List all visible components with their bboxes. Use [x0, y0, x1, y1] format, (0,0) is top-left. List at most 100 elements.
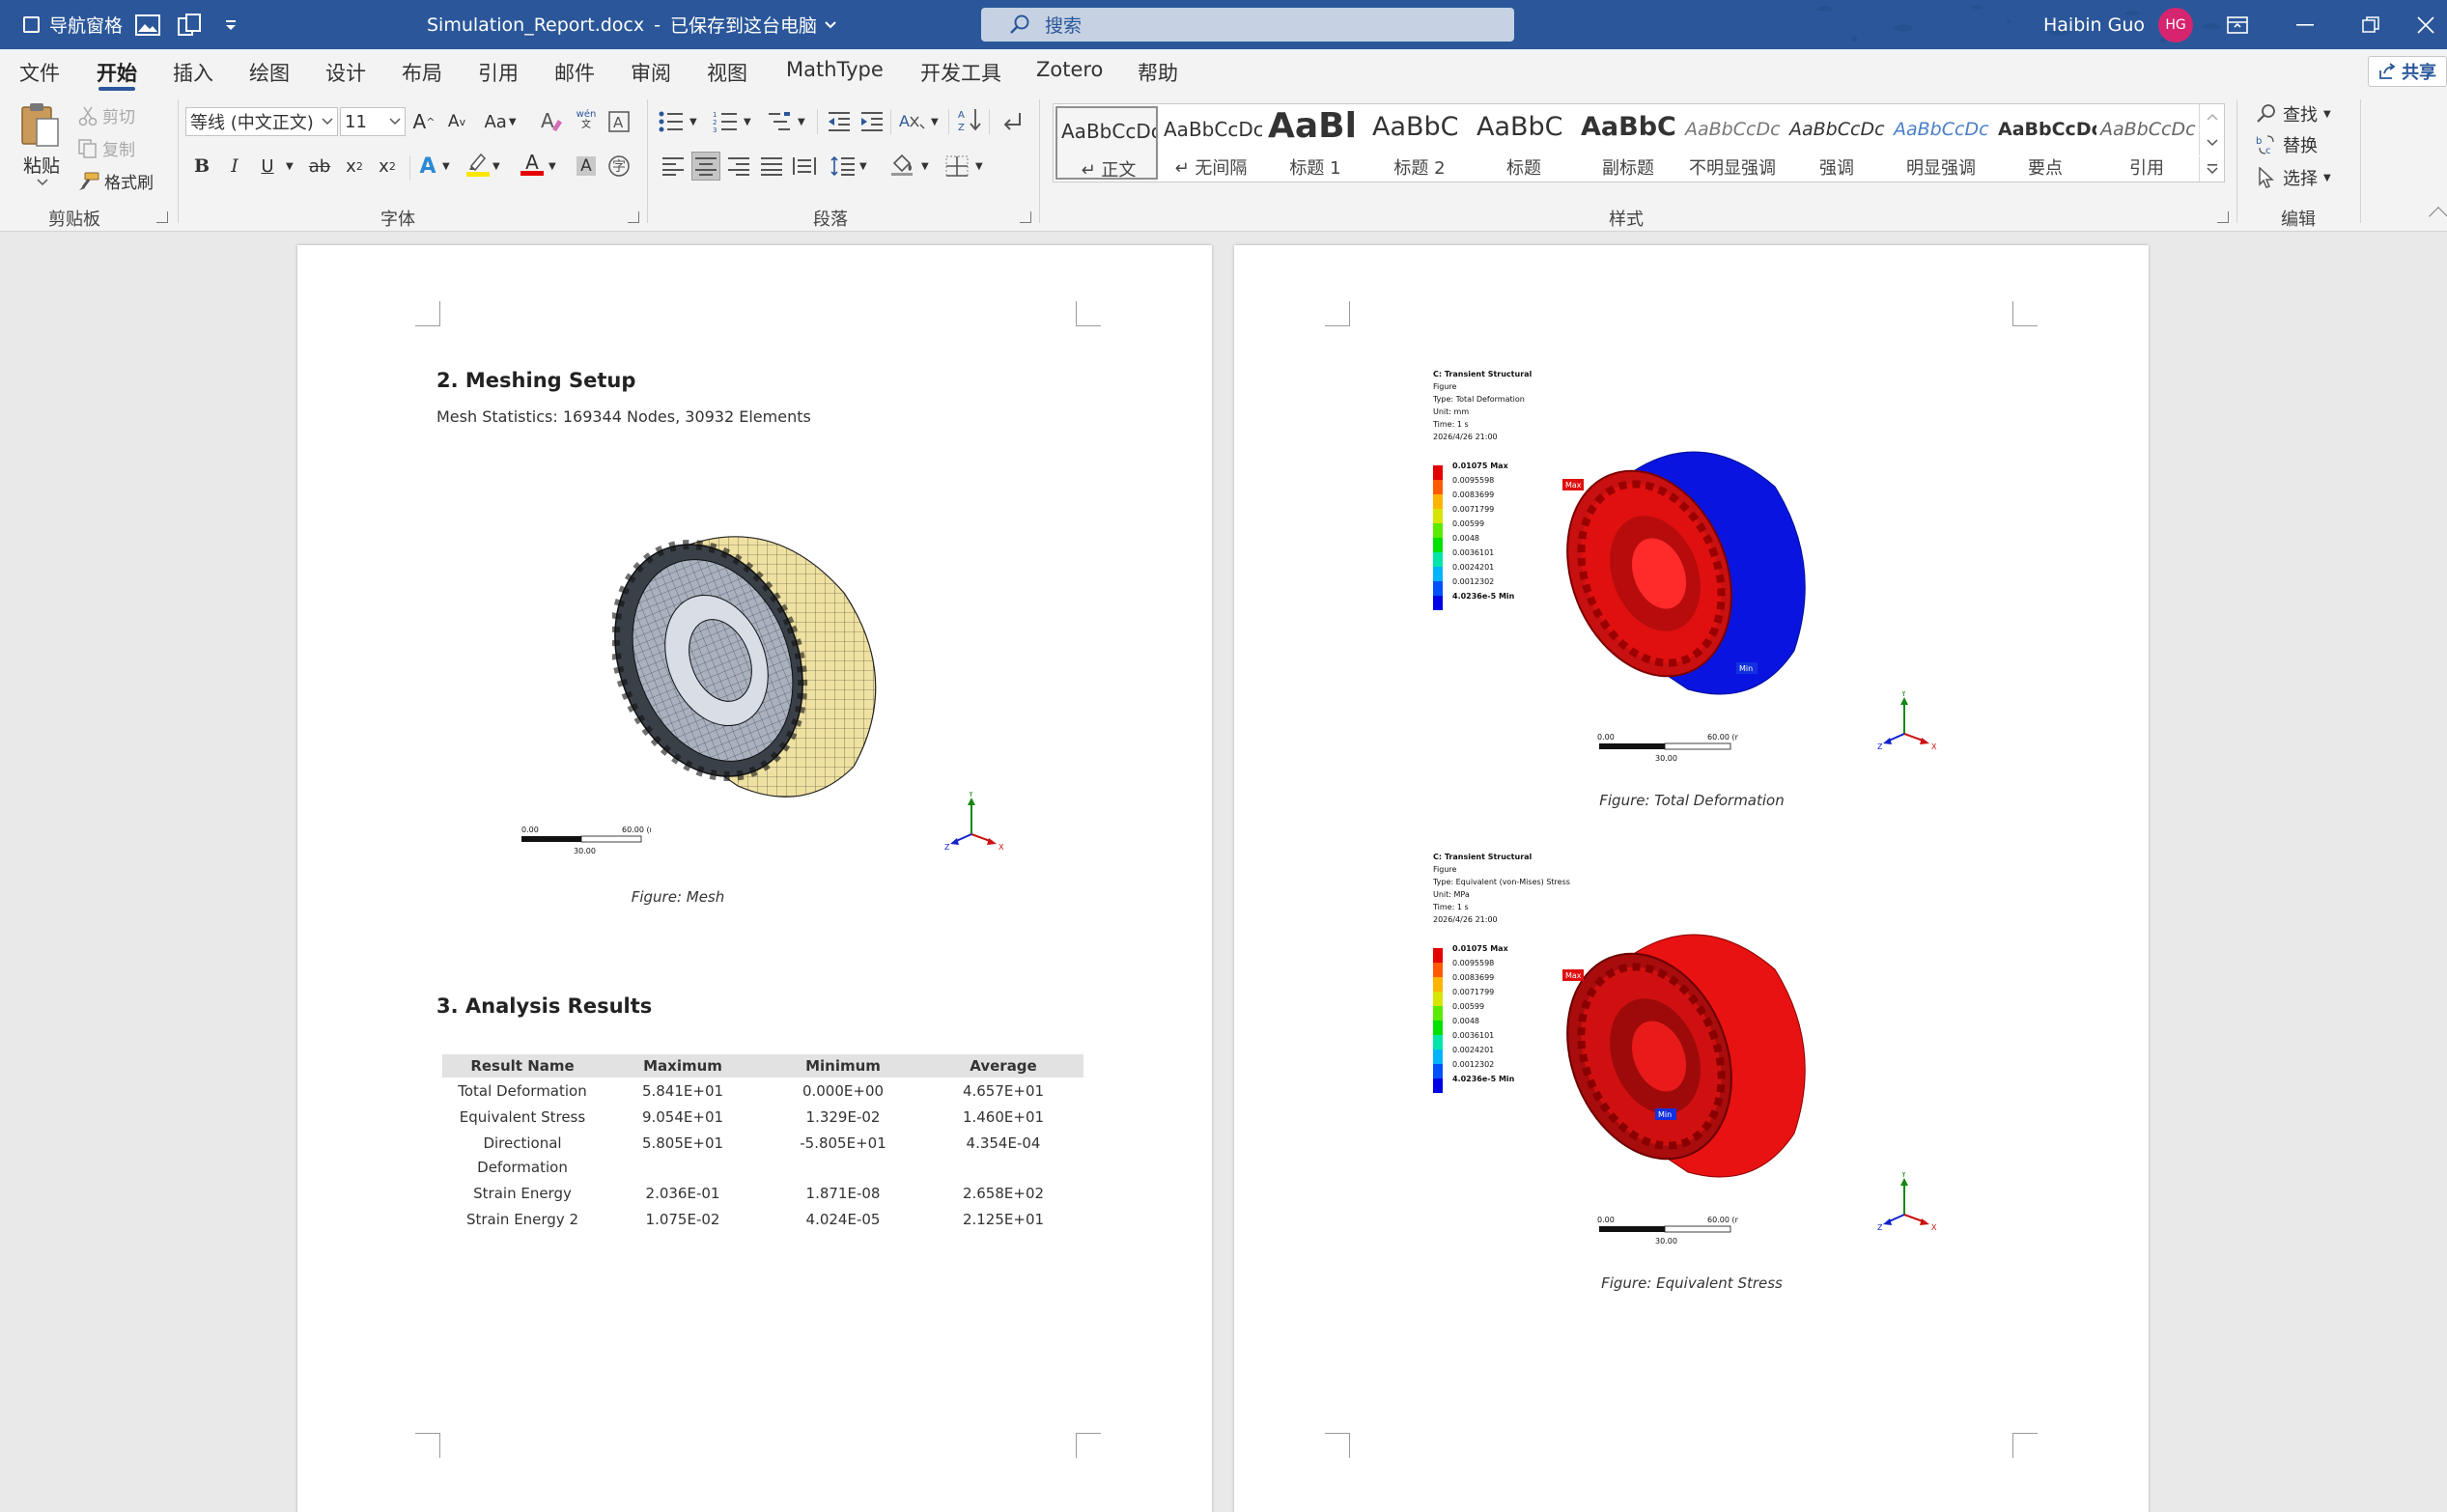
- numbering-dropdown-icon[interactable]: ▼: [744, 117, 751, 127]
- gallery-more-icon[interactable]: [2199, 156, 2224, 182]
- bullets-dropdown-icon[interactable]: ▼: [689, 117, 697, 127]
- multilevel-dropdown-icon[interactable]: ▼: [798, 117, 805, 127]
- text-effects-dropdown-icon[interactable]: ▼: [442, 161, 450, 172]
- distributed-icon[interactable]: [790, 152, 819, 181]
- tab-layout[interactable]: 布局: [402, 58, 442, 87]
- tab-help[interactable]: 帮助: [1138, 58, 1178, 87]
- format-painter-button[interactable]: 格式刷: [77, 169, 154, 193]
- page-1[interactable]: 2. Meshing Setup Mesh Statistics: 169344…: [297, 245, 1212, 1512]
- underline-dropdown-icon[interactable]: ▼: [286, 161, 294, 172]
- show-marks-icon[interactable]: [998, 107, 1027, 136]
- dialog-launcher-icon[interactable]: [628, 211, 639, 223]
- highlight-dropdown-icon[interactable]: ▼: [492, 161, 500, 172]
- bold-button[interactable]: B: [187, 152, 216, 181]
- font-color-button[interactable]: A: [518, 150, 547, 179]
- style-strong[interactable]: AaBbCcDc 要点: [1994, 106, 2096, 180]
- document-area[interactable]: 2. Meshing Setup Mesh Statistics: 169344…: [0, 232, 2447, 1512]
- align-right-icon[interactable]: [724, 152, 753, 181]
- chevron-down-icon[interactable]: [37, 179, 48, 186]
- restore-button[interactable]: [2337, 0, 2405, 49]
- style-no-spacing[interactable]: AaBbCcDc ↵ 无间隔: [1160, 106, 1262, 180]
- quick-access-dropdown-icon[interactable]: [224, 0, 238, 49]
- char-shading-button[interactable]: A: [572, 152, 601, 181]
- text-effects-button[interactable]: A: [413, 152, 442, 181]
- select-button[interactable]: 选择 ▼: [2256, 165, 2331, 190]
- style-subtitle[interactable]: AaBbC 副标题: [1577, 106, 1679, 180]
- style-intense-emphasis[interactable]: AaBbCcDc 明显强调: [1890, 106, 1992, 180]
- ribbon-display-icon[interactable]: [2204, 0, 2271, 49]
- char-border-icon[interactable]: A: [605, 107, 633, 136]
- style-heading-1[interactable]: AaBl 标题 1: [1264, 106, 1366, 180]
- increase-indent-icon[interactable]: [858, 107, 886, 136]
- borders-dropdown-icon[interactable]: ▼: [975, 161, 983, 172]
- chinese-layout-dropdown-icon[interactable]: ▼: [931, 117, 939, 127]
- dialog-launcher-icon[interactable]: [1020, 211, 1031, 223]
- nav-pane-toggle[interactable]: 导航窗格: [23, 0, 123, 49]
- shading-dropdown-icon[interactable]: ▼: [921, 161, 929, 172]
- gallery-up-icon[interactable]: [2199, 104, 2224, 129]
- dialog-launcher-icon[interactable]: [156, 211, 168, 223]
- minimize-button[interactable]: [2271, 0, 2339, 49]
- nav-pane-checkbox[interactable]: [23, 16, 40, 33]
- share-button[interactable]: 共享: [2368, 56, 2447, 87]
- shading-icon[interactable]: [888, 150, 917, 179]
- borders-icon[interactable]: [942, 152, 971, 181]
- cut-button[interactable]: 剪切: [77, 103, 135, 127]
- line-spacing-dropdown-icon[interactable]: ▼: [859, 161, 867, 172]
- style-subtle-emphasis[interactable]: AaBbCcDc 不明显强调: [1681, 106, 1784, 180]
- tab-insert[interactable]: 插入: [173, 58, 213, 87]
- tab-home[interactable]: 开始: [97, 58, 137, 91]
- pages-icon[interactable]: [178, 0, 203, 49]
- font-color-dropdown-icon[interactable]: ▼: [548, 161, 556, 172]
- tab-developer[interactable]: 开发工具: [920, 58, 1001, 87]
- underline-button[interactable]: U: [253, 152, 282, 181]
- clear-format-icon[interactable]: A: [537, 107, 566, 136]
- superscript-button[interactable]: x2: [373, 152, 402, 181]
- change-case-button[interactable]: Aa ▼: [481, 107, 520, 136]
- avatar[interactable]: HG: [2158, 7, 2194, 42]
- style-normal[interactable]: AaBbCcDc ↵ 正文: [1055, 106, 1158, 180]
- tab-references[interactable]: 引用: [478, 58, 519, 87]
- strikethrough-button[interactable]: ab: [305, 152, 334, 181]
- close-button[interactable]: [2405, 0, 2447, 49]
- font-name-combo[interactable]: 等线 (中文正文): [185, 107, 338, 136]
- line-spacing-icon[interactable]: [829, 152, 858, 181]
- gallery-down-icon[interactable]: [2199, 130, 2224, 155]
- font-size-combo[interactable]: 11: [340, 107, 406, 136]
- phonetic-guide-button[interactable]: wén 文: [572, 105, 601, 134]
- picture-icon[interactable]: [135, 0, 160, 49]
- tab-draw[interactable]: 绘图: [249, 58, 290, 87]
- grow-font-button[interactable]: A ^: [409, 107, 438, 136]
- shrink-font-button[interactable]: Av: [442, 107, 471, 136]
- tab-file[interactable]: 文件: [19, 58, 60, 87]
- tab-mathtype[interactable]: MathType: [786, 58, 884, 87]
- search-input[interactable]: 搜索: [981, 8, 1514, 42]
- replace-button[interactable]: bc 替换: [2256, 132, 2318, 157]
- bullets-icon[interactable]: [657, 107, 686, 136]
- copy-button[interactable]: 复制: [77, 136, 135, 160]
- align-left-icon[interactable]: [659, 152, 688, 181]
- style-quote[interactable]: AaBbCcDc 引用: [2096, 106, 2197, 180]
- tab-design[interactable]: 设计: [325, 58, 366, 87]
- tab-mailings[interactable]: 邮件: [554, 58, 595, 87]
- find-button[interactable]: 查找 ▼: [2256, 101, 2331, 126]
- chinese-layout-icon[interactable]: A: [898, 107, 927, 136]
- style-title[interactable]: AaBbC 标题: [1473, 106, 1575, 180]
- align-center-icon[interactable]: [691, 152, 720, 181]
- style-emphasis[interactable]: AaBbCcDc 强调: [1786, 106, 1888, 180]
- document-title[interactable]: Simulation_Report.docx - 已保存到这台电脑: [427, 0, 836, 49]
- styles-gallery[interactable]: AaBbCcDc ↵ 正文 AaBbCcDc ↵ 无间隔 AaBl 标题 1 A…: [1053, 103, 2225, 182]
- page-2[interactable]: C: Transient Structural Figure Type: Tot…: [1234, 245, 2149, 1512]
- account-area[interactable]: Haibin Guo HG: [2043, 0, 2194, 49]
- paste-button[interactable]: [19, 101, 62, 154]
- tab-zotero[interactable]: Zotero: [1036, 58, 1103, 87]
- tab-review[interactable]: 审阅: [631, 58, 671, 87]
- numbering-icon[interactable]: 123: [711, 107, 740, 136]
- highlighter-icon[interactable]: [464, 150, 492, 179]
- italic-button[interactable]: I: [220, 152, 249, 181]
- multilevel-list-icon[interactable]: [765, 107, 794, 136]
- subscript-button[interactable]: x2: [340, 152, 369, 181]
- dialog-launcher-icon[interactable]: [2217, 211, 2229, 223]
- justify-icon[interactable]: [757, 152, 786, 181]
- decrease-indent-icon[interactable]: [825, 107, 854, 136]
